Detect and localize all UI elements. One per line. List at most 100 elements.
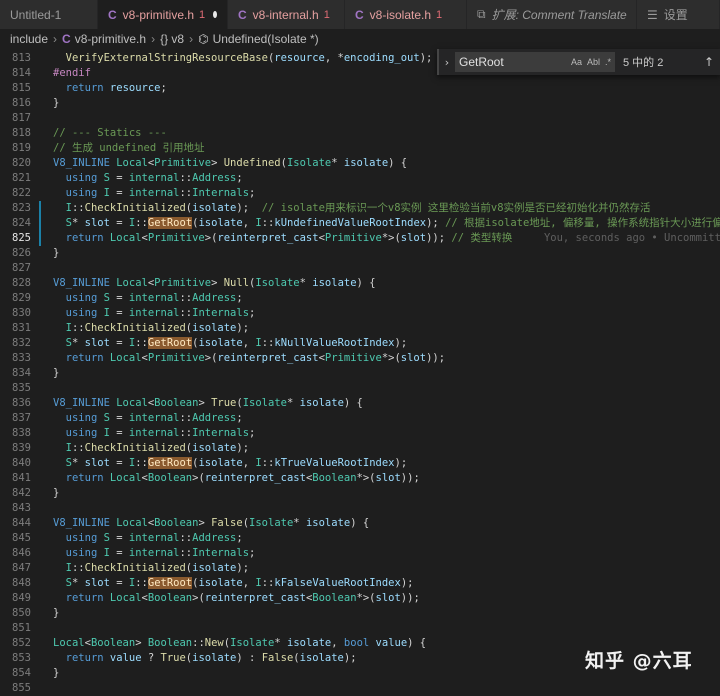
code-line[interactable]: 820 V8_INLINE Local<Primitive> Undefined(… (0, 156, 720, 171)
code-line[interactable]: 840 S* slot = I::GetRoot(isolate, I::kTr… (0, 456, 720, 471)
line-number: 835 (12, 382, 31, 394)
line-code: // --- Statics --- (53, 127, 167, 139)
breadcrumb-symbol[interactable]: Undefined(Isolate *) (213, 32, 319, 46)
regex-icon[interactable]: .* (605, 57, 611, 67)
c-file-icon: C (238, 7, 247, 22)
breadcrumb-namespace[interactable]: {} v8 (160, 32, 184, 46)
line-number: 846 (12, 547, 31, 559)
code-line[interactable]: 841 return Local<Boolean>(reinterpret_ca… (0, 471, 720, 486)
code-line[interactable]: 837 using S = internal::Address; (0, 411, 720, 426)
settings-icon: ☰ (647, 7, 658, 22)
line-code: S* slot = I::GetRoot(isolate, I::kUndefi… (65, 217, 720, 229)
code-line[interactable]: 839 I::CheckInitialized(isolate); (0, 441, 720, 456)
code-line[interactable]: 819 // 生成 undefined 引用地址 (0, 141, 720, 156)
code-line[interactable]: 845 using S = internal::Address; (0, 531, 720, 546)
code-line[interactable]: 828 V8_INLINE Local<Primitive> Null(Isola… (0, 276, 720, 291)
line-number: 831 (12, 322, 31, 334)
line-code: V8_INLINE Local<Primitive> Undefined(Iso… (53, 157, 408, 169)
line-number: 843 (12, 502, 31, 514)
line-number: 848 (12, 577, 31, 589)
code-line[interactable]: 816} (0, 96, 720, 111)
code-line[interactable]: 843 (0, 501, 720, 516)
code-line[interactable]: 844 V8_INLINE Local<Boolean> False(Isolat… (0, 516, 720, 531)
tab-label: Untitled-1 (10, 7, 62, 22)
tab-5[interactable]: ⧉ 扩展: Comment Translate (467, 0, 637, 29)
code-line[interactable]: 818 // --- Statics --- (0, 126, 720, 141)
code-line[interactable]: 830 using I = internal::Internals; (0, 306, 720, 321)
search-match: GetRoot (147, 457, 193, 469)
line-number: 830 (12, 307, 31, 319)
code-line[interactable]: 836 V8_INLINE Local<Boolean> True(Isolate… (0, 396, 720, 411)
problem-count-badge: 1 (199, 8, 206, 21)
code-line[interactable]: 832 S* slot = I::GetRoot(isolate, I::kNu… (0, 336, 720, 351)
code-line[interactable]: 824 S* slot = I::GetRoot(isolate, I::kUn… (0, 216, 720, 231)
code-editor[interactable]: 813 VerifyExternalStringResourceBase(res… (0, 49, 720, 694)
code-line[interactable]: 815 return resource; (0, 81, 720, 96)
previous-match-icon[interactable]: ↑ (704, 55, 714, 69)
code-line[interactable]: 831 I::CheckInitialized(isolate); (0, 321, 720, 336)
line-code: using I = internal::Internals; (65, 547, 256, 559)
tab-2[interactable]: Cv8-primitive.h 1 (98, 0, 228, 29)
tab-6[interactable]: ☰ 设置 (637, 0, 720, 29)
code-line[interactable]: 825 return Local<Primitive>(reinterpret_… (0, 231, 720, 246)
line-code: using S = internal::Address; (65, 172, 243, 184)
line-number: 817 (12, 112, 31, 124)
line-number: 849 (12, 592, 31, 604)
line-number: 815 (12, 82, 31, 94)
toggle-replace-icon[interactable]: › (439, 56, 455, 69)
code-line[interactable]: 848 S* slot = I::GetRoot(isolate, I::kFa… (0, 576, 720, 591)
tab-4[interactable]: Cv8-isolate.h 1 (345, 0, 467, 29)
line-code: V8_INLINE Local<Primitive> Null(Isolate*… (53, 277, 376, 289)
code-line[interactable]: 834} (0, 366, 720, 381)
line-number: 855 (12, 682, 31, 694)
code-line[interactable]: 817 (0, 111, 720, 126)
modified-lines-gutter (39, 201, 41, 246)
unsaved-dot-icon[interactable] (213, 11, 217, 18)
line-number: 850 (12, 607, 31, 619)
code-line[interactable]: 826} (0, 246, 720, 261)
code-line[interactable]: 829 using S = internal::Address; (0, 291, 720, 306)
line-number: 840 (12, 457, 31, 469)
code-line[interactable]: 855 (0, 681, 720, 696)
code-line[interactable]: 823 I::CheckInitialized(isolate); // iso… (0, 201, 720, 216)
tab-label: v8-internal.h (252, 7, 319, 22)
find-query[interactable]: GetRoot (459, 55, 504, 69)
line-code: using I = internal::Internals; (65, 307, 256, 319)
line-number: 832 (12, 337, 31, 349)
line-code: using I = internal::Internals; (65, 427, 256, 439)
line-number: 825 (12, 232, 31, 244)
match-case-icon[interactable]: Aa (571, 57, 582, 67)
code-line[interactable]: 846 using I = internal::Internals; (0, 546, 720, 561)
code-line[interactable]: 850} (0, 606, 720, 621)
line-code: V8_INLINE Local<Boolean> False(Isolate* … (53, 517, 370, 529)
line-number: 851 (12, 622, 31, 634)
code-line[interactable]: 822 using I = internal::Internals; (0, 186, 720, 201)
line-code: S* slot = I::GetRoot(isolate, I::kTrueVa… (65, 457, 408, 469)
code-line[interactable]: 827 (0, 261, 720, 276)
code-line[interactable]: 851 (0, 621, 720, 636)
tab-3[interactable]: Cv8-internal.h 1 (228, 0, 345, 29)
code-line[interactable]: 847 I::CheckInitialized(isolate); (0, 561, 720, 576)
line-code: I::CheckInitialized(isolate); (65, 442, 250, 454)
code-line[interactable]: 849 return Local<Boolean>(reinterpret_ca… (0, 591, 720, 606)
line-number: 827 (12, 262, 31, 274)
line-code: } (53, 487, 60, 499)
find-input[interactable]: GetRoot Aa Abl .* (455, 52, 615, 72)
line-code: S* slot = I::GetRoot(isolate, I::kFalseV… (65, 577, 414, 589)
code-line[interactable]: 835 (0, 381, 720, 396)
tab-label: v8-primitive.h (122, 7, 195, 22)
chevron-right-icon: › (151, 32, 156, 46)
code-line[interactable]: 833 return Local<Primitive>(reinterpret_… (0, 351, 720, 366)
code-line[interactable]: 821 using S = internal::Address; (0, 171, 720, 186)
line-number: 833 (12, 352, 31, 364)
match-whole-word-icon[interactable]: Abl (587, 57, 600, 67)
breadcrumb-folder[interactable]: include (10, 32, 48, 46)
breadcrumb: include › C v8-primitive.h › {} v8 › ⌬ U… (0, 29, 720, 49)
code-line[interactable]: 838 using I = internal::Internals; (0, 426, 720, 441)
c-file-icon: C (62, 32, 71, 46)
line-number: 824 (12, 217, 31, 229)
code-line[interactable]: 842} (0, 486, 720, 501)
tab-1[interactable]: Untitled-1 (0, 0, 98, 29)
breadcrumb-file[interactable]: v8-primitive.h (75, 32, 146, 46)
line-number: 853 (12, 652, 31, 664)
